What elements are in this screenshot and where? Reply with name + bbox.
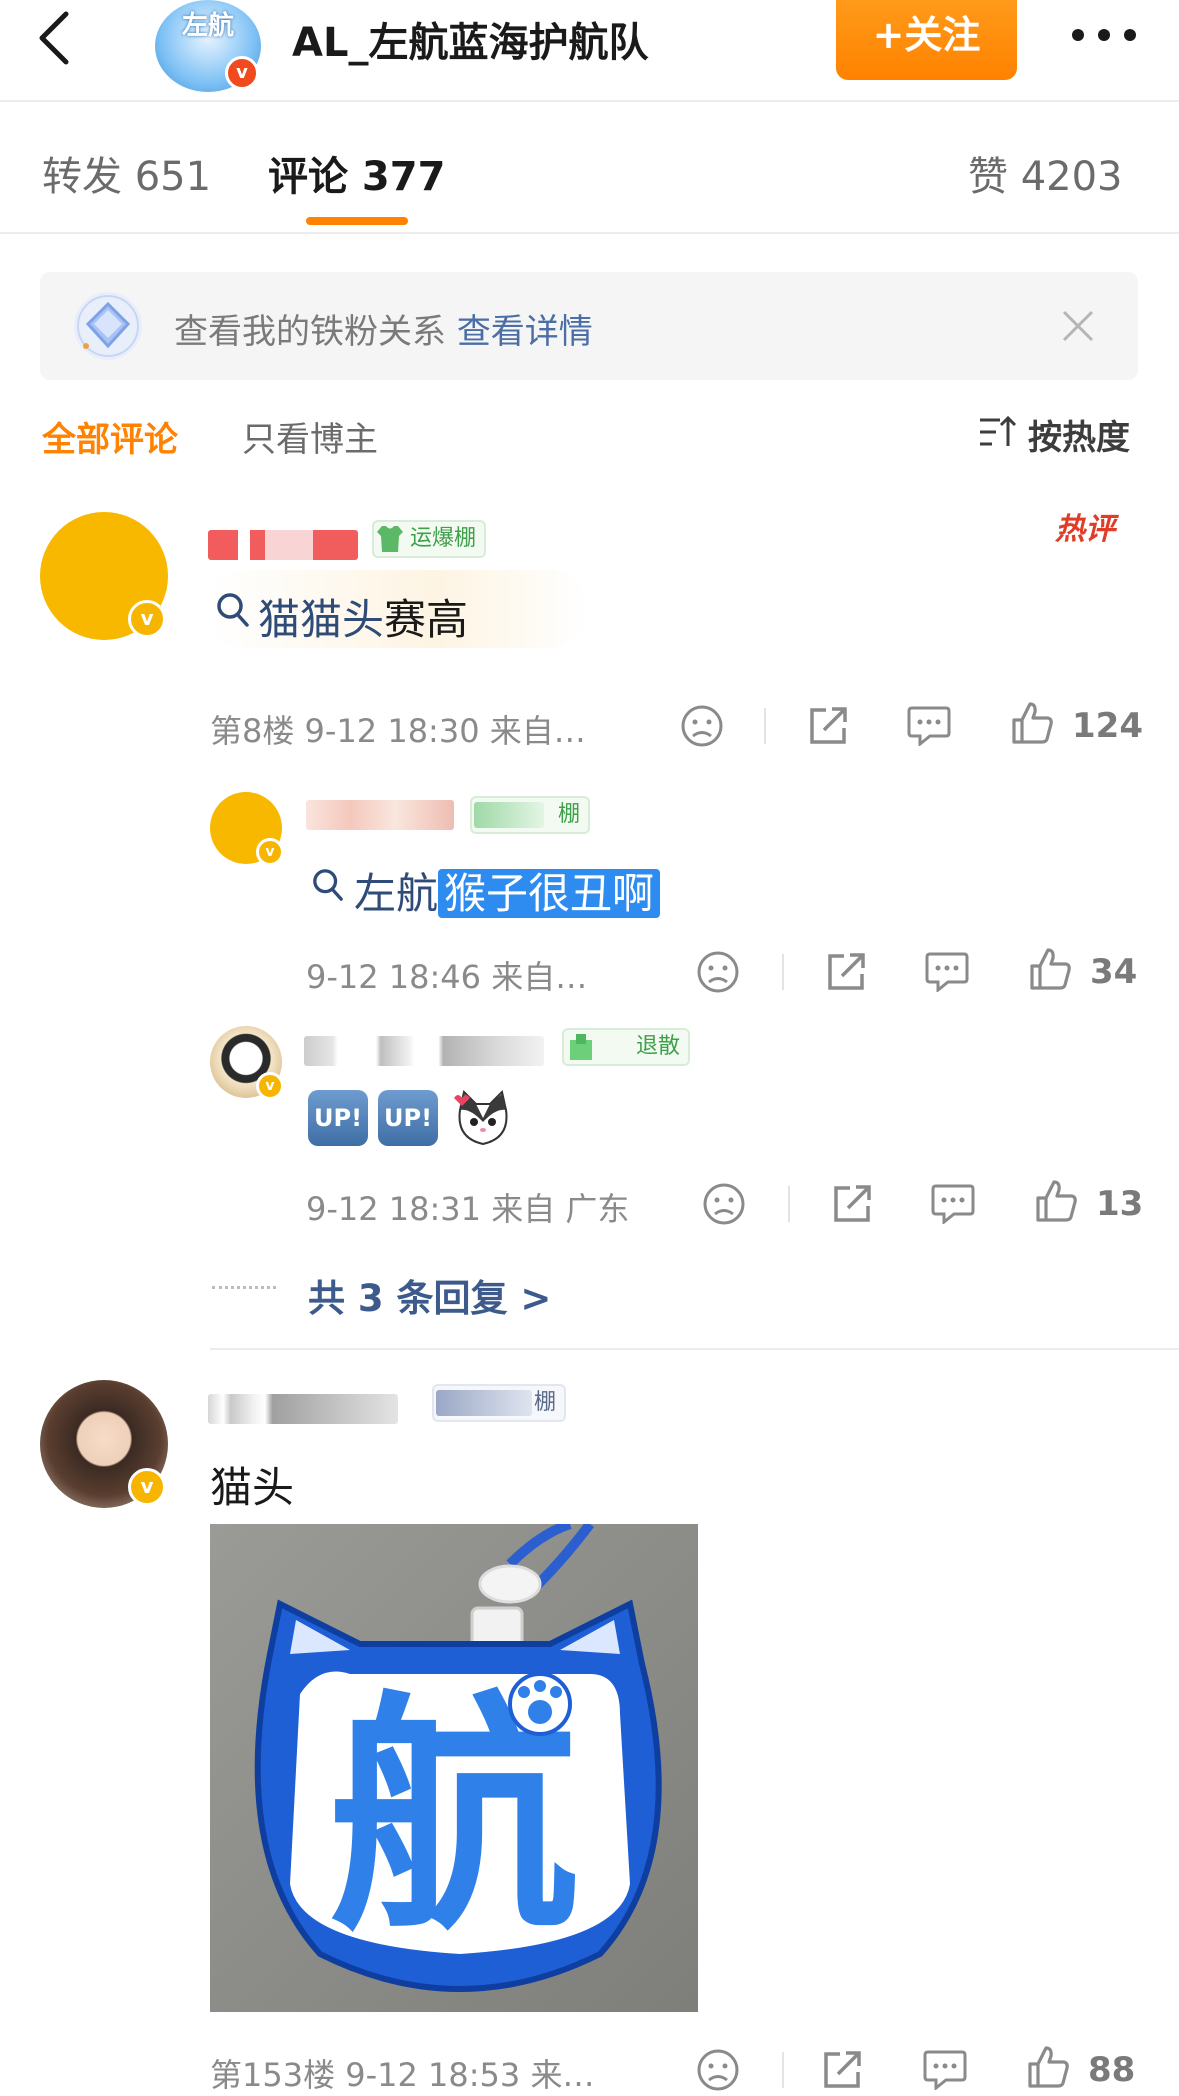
like-count: 88 xyxy=(1088,2050,1136,2090)
top-nav-bar: 左航 v AL_左航蓝海护航队 +关注 xyxy=(0,0,1179,102)
search-link[interactable]: 左航 xyxy=(354,869,438,918)
blurred-username[interactable] xyxy=(208,530,358,560)
keychain-photo-image: 航 xyxy=(210,1524,698,2012)
fan-banner-label: 查看我的铁粉关系 xyxy=(174,312,446,352)
search-icon xyxy=(217,593,249,627)
blurred-tag-icon xyxy=(474,802,544,828)
reply-meta: 9-12 18:46 来自… xyxy=(306,958,588,996)
fan-relationship-banner[interactable]: 查看我的铁粉关系 查看详情 xyxy=(40,272,1138,380)
fan-tag-label: 运爆棚 xyxy=(410,526,477,551)
close-icon[interactable] xyxy=(1060,308,1096,344)
comment-photo[interactable]: 航 xyxy=(210,1524,698,2012)
active-tab-indicator xyxy=(306,217,408,225)
tab-reposts[interactable]: 转发 651 xyxy=(42,144,211,202)
verified-badge-icon: v xyxy=(128,1468,166,1506)
sort-icon xyxy=(980,415,1017,446)
page-avatar[interactable]: 左航 v xyxy=(155,0,261,92)
dislike-face-icon[interactable] xyxy=(680,704,724,748)
cat-face-emoji-icon xyxy=(454,1090,508,1146)
back-arrow-icon[interactable] xyxy=(30,8,80,68)
like-thumb-icon[interactable] xyxy=(1010,700,1054,746)
reply-icon[interactable] xyxy=(906,704,952,746)
share-icon[interactable] xyxy=(824,950,868,992)
share-icon[interactable] xyxy=(806,704,850,746)
shirt-icon xyxy=(377,526,403,552)
filter-owner-only[interactable]: 只看博主 xyxy=(242,412,378,461)
reply-text: 左航 猴子很丑啊 xyxy=(354,860,661,921)
filter-all-comments[interactable]: 全部评论 xyxy=(42,412,178,461)
blurred-username[interactable] xyxy=(304,1036,544,1066)
verified-badge-icon: v xyxy=(256,1072,284,1100)
dislike-face-icon[interactable] xyxy=(696,2048,740,2092)
blurred-username[interactable] xyxy=(208,1394,398,1424)
reply-icon[interactable] xyxy=(924,950,970,992)
share-icon[interactable] xyxy=(820,2048,864,2090)
diamond-badge-icon xyxy=(74,292,142,360)
separator xyxy=(764,708,766,744)
verified-badge-icon: v xyxy=(225,56,259,90)
blurred-tag-icon xyxy=(436,1390,532,1416)
up-emoji: UP! xyxy=(378,1090,438,1146)
sort-label: 按热度 xyxy=(1028,418,1130,458)
tab-likes[interactable]: 赞 4203 xyxy=(968,144,1123,202)
search-icon xyxy=(313,869,343,901)
view-all-replies-link[interactable]: 共 3 条回复 > xyxy=(308,1268,551,1322)
dislike-face-icon[interactable] xyxy=(702,1182,746,1226)
comment-text: 猫猫头赛高 xyxy=(258,586,468,647)
avatar-logo-text: 左航 xyxy=(181,11,234,41)
fan-banner-text: 查看我的铁粉关系 查看详情 xyxy=(174,304,593,353)
cactus-icon xyxy=(570,1034,592,1060)
more-options-icon[interactable] xyxy=(1068,20,1140,50)
tab-comments[interactable]: 评论 377 xyxy=(268,144,445,202)
search-link[interactable]: 猫猫头 xyxy=(258,595,384,644)
hot-comment-badge: 热评 xyxy=(1055,512,1115,547)
like-count: 34 xyxy=(1090,952,1138,992)
blurred-username[interactable] xyxy=(306,800,454,830)
view-details-link[interactable]: 查看详情 xyxy=(457,312,593,352)
share-icon[interactable] xyxy=(830,1182,874,1224)
tab-bar: 转发 651 评论 377 赞 4203 xyxy=(0,104,1179,234)
fan-tag-label: 退散 xyxy=(636,1034,681,1059)
dislike-face-icon[interactable] xyxy=(696,950,740,994)
up-emoji: UP! xyxy=(308,1090,368,1146)
comment-meta: 第153楼 9-12 18:53 来… xyxy=(210,2056,595,2094)
highlighted-text: 猴子很丑啊 xyxy=(438,869,661,918)
like-count: 124 xyxy=(1072,706,1143,746)
comment-body: 赛高 xyxy=(384,595,469,644)
dotted-leader xyxy=(212,1286,276,1290)
divider xyxy=(210,1348,1179,1350)
like-thumb-icon[interactable] xyxy=(1028,946,1072,992)
comment-text: 猫头 xyxy=(210,1463,295,1512)
page-title: AL_左航蓝海护航队 xyxy=(292,20,649,66)
reply-meta: 9-12 18:31 来自 广东 xyxy=(306,1190,630,1228)
separator xyxy=(788,1186,790,1222)
like-thumb-icon[interactable] xyxy=(1026,2044,1070,2090)
like-thumb-icon[interactable] xyxy=(1034,1178,1078,1224)
reply-icon[interactable] xyxy=(922,2048,968,2090)
like-count: 13 xyxy=(1096,1184,1144,1224)
verified-badge-icon: v xyxy=(128,600,166,638)
verified-badge-icon: v xyxy=(256,838,284,866)
separator xyxy=(782,954,784,990)
comment-meta: 第8楼 9-12 18:30 来自… xyxy=(210,712,586,750)
separator xyxy=(782,2052,784,2088)
reply-icon[interactable] xyxy=(930,1182,976,1224)
follow-button[interactable]: +关注 xyxy=(836,0,1017,80)
